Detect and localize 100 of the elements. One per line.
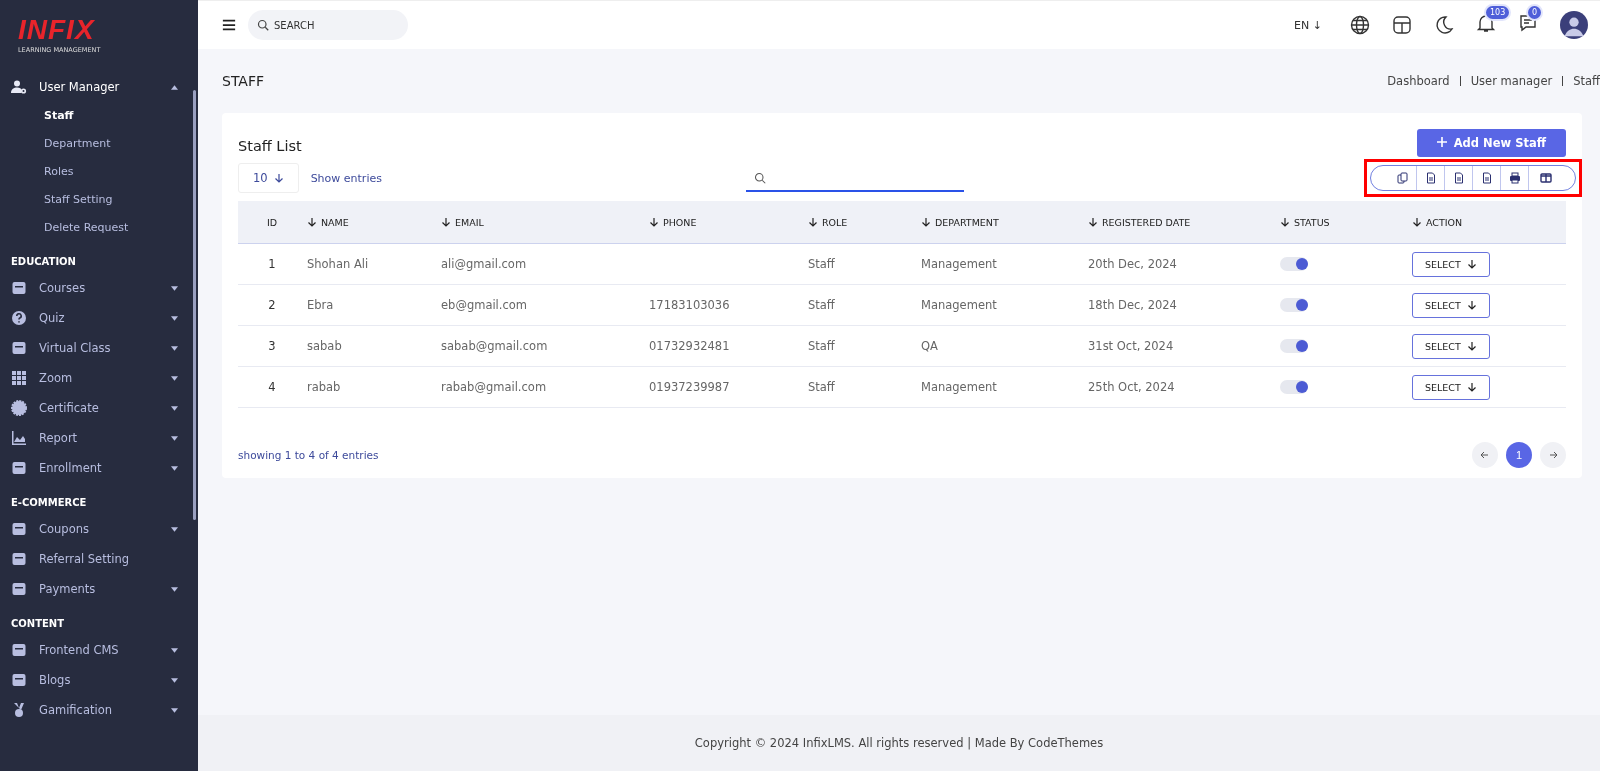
table-cell: 01937239987 (649, 380, 730, 394)
status-toggle[interactable] (1280, 298, 1308, 313)
logo-text: INFIX (18, 16, 96, 44)
submenu-item[interactable]: Department (0, 130, 198, 158)
copy-icon (1396, 172, 1409, 184)
page-title: STAFF (222, 73, 265, 89)
sidebar-item[interactable]: Courses (0, 273, 198, 303)
sidebar-item[interactable]: Coupons (0, 514, 198, 544)
submenu-item[interactable]: Staff (0, 102, 198, 130)
sidebar-item[interactable]: User Manager (0, 72, 198, 102)
table-cell: Management (921, 298, 997, 312)
column-header[interactable]: ROLE (807, 201, 920, 244)
sidebar-item[interactable]: Gamification (0, 695, 198, 725)
section-heading: CONTENT (10, 617, 66, 631)
moon-icon[interactable] (1434, 15, 1454, 35)
table-cell: 25th Oct, 2024 (1088, 380, 1175, 394)
table-cell: 2 (268, 298, 276, 312)
breadcrumb-link[interactable]: Staff (1573, 74, 1600, 88)
table-cell: 17183103036 (649, 298, 730, 312)
avatar[interactable] (1560, 11, 1588, 39)
plus-icon (1436, 137, 1447, 147)
column-header[interactable]: REGISTERED DATE (1087, 201, 1279, 244)
page-length-select[interactable]: 10 (238, 163, 299, 193)
column-header[interactable]: DEPARTMENT (920, 201, 1087, 244)
bell-icon[interactable] (1476, 13, 1496, 33)
table-cell: 31st Oct, 2024 (1088, 339, 1174, 353)
select-dropdown[interactable]: SELECT (1412, 374, 1490, 400)
layout-icon[interactable] (1392, 15, 1412, 35)
status-toggle[interactable] (1280, 380, 1308, 395)
column-header[interactable]: ID (238, 201, 306, 244)
question-icon (11, 310, 27, 326)
select-dropdown[interactable]: SELECT (1412, 251, 1490, 277)
table-cell: 20th Dec, 2024 (1088, 257, 1177, 271)
status-toggle[interactable] (1280, 257, 1308, 272)
message-count: 0 (1526, 4, 1544, 21)
sidebar-item[interactable]: Certificate (0, 393, 198, 423)
table-cell: Staff (808, 339, 835, 353)
arrow-down-icon (1466, 258, 1477, 269)
arrow-down-icon (273, 173, 284, 183)
table-cell: Staff (808, 380, 835, 394)
column-header[interactable]: NAME (306, 201, 440, 244)
table-cell: 4 (268, 380, 276, 394)
sidebar-item[interactable]: Payments (0, 574, 198, 604)
sidebar-item[interactable]: Blogs (0, 665, 198, 695)
column-header[interactable]: EMAIL (440, 201, 648, 244)
table-cell: 18th Dec, 2024 (1088, 298, 1177, 312)
select-dropdown[interactable]: SELECT (1412, 292, 1490, 318)
table-cell: Ebra (307, 298, 334, 312)
chart-icon (11, 430, 27, 446)
globe-icon[interactable] (1350, 15, 1370, 35)
arrow-down-icon (1466, 381, 1477, 392)
table-cell: eb@gmail.com (441, 298, 528, 312)
entries-summary: showing 1 to 4 of 4 entries (238, 449, 379, 461)
copyright-text: Copyright © 2024 InfixLMS. All rights reserved | Made By CodeThemes (694, 736, 1104, 750)
page-button[interactable]: 1 (1506, 442, 1532, 468)
select-dropdown[interactable]: SELECT (1412, 333, 1490, 359)
arrow-down-icon (1466, 340, 1477, 351)
sidebar-item[interactable]: Zoom (0, 363, 198, 393)
table-cell: QA (921, 339, 938, 353)
table-cell: rabab (307, 380, 341, 394)
chat-icon[interactable] (1518, 13, 1538, 33)
document-icon (1452, 172, 1465, 184)
search-field[interactable]: SEARCH (248, 10, 408, 40)
badge-icon (11, 400, 27, 416)
language-selector[interactable]: EN ↓ (1294, 18, 1322, 32)
column-header[interactable]: STATUS (1279, 201, 1411, 244)
table-cell: 1 (268, 257, 276, 271)
grid-icon (11, 370, 27, 386)
breadcrumb-link[interactable]: User manager (1470, 74, 1553, 88)
status-toggle[interactable] (1280, 339, 1308, 354)
table-cell: Staff (808, 298, 835, 312)
column-header[interactable]: ACTION (1411, 201, 1566, 244)
table-cell: Shohan Ali (307, 257, 369, 271)
menu-icon[interactable] (222, 18, 236, 32)
table-cell: ali@gmail.com (441, 257, 527, 271)
column-header[interactable]: PHONE (648, 201, 807, 244)
sidebar-item[interactable]: Enrollment (0, 453, 198, 483)
submenu-item[interactable]: Roles (0, 158, 198, 186)
submenu-item[interactable]: Staff Setting (0, 186, 198, 214)
table-cell: 01732932481 (649, 339, 730, 353)
columns-icon (1540, 172, 1552, 184)
add-button[interactable]: Add New Staff (1416, 129, 1566, 157)
section-heading: E-COMMERCE (10, 496, 88, 510)
sidebar-item[interactable]: Report (0, 423, 198, 453)
table-cell: sabab@gmail.com (441, 339, 548, 353)
arrow-down-icon (1466, 299, 1477, 310)
table-cell: rabab@gmail.com (441, 380, 547, 394)
sidebar-item[interactable]: Referral Setting (0, 544, 198, 574)
breadcrumb-link[interactable]: Dashboard (1387, 74, 1450, 88)
table-cell: Management (921, 257, 997, 271)
table-cell: 3 (268, 339, 276, 353)
table-cell: sabab (307, 339, 342, 353)
sidebar-item[interactable]: Frontend CMS (0, 635, 198, 665)
submenu-item[interactable]: Delete Request (0, 214, 198, 242)
sidebar-item[interactable]: Quiz (0, 303, 198, 333)
print-icon (1508, 172, 1521, 184)
sidebar-item[interactable]: Virtual Class (0, 333, 198, 363)
table-cell: Management (921, 380, 997, 394)
user-gear-icon (11, 79, 27, 95)
section-heading: EDUCATION (10, 255, 77, 269)
